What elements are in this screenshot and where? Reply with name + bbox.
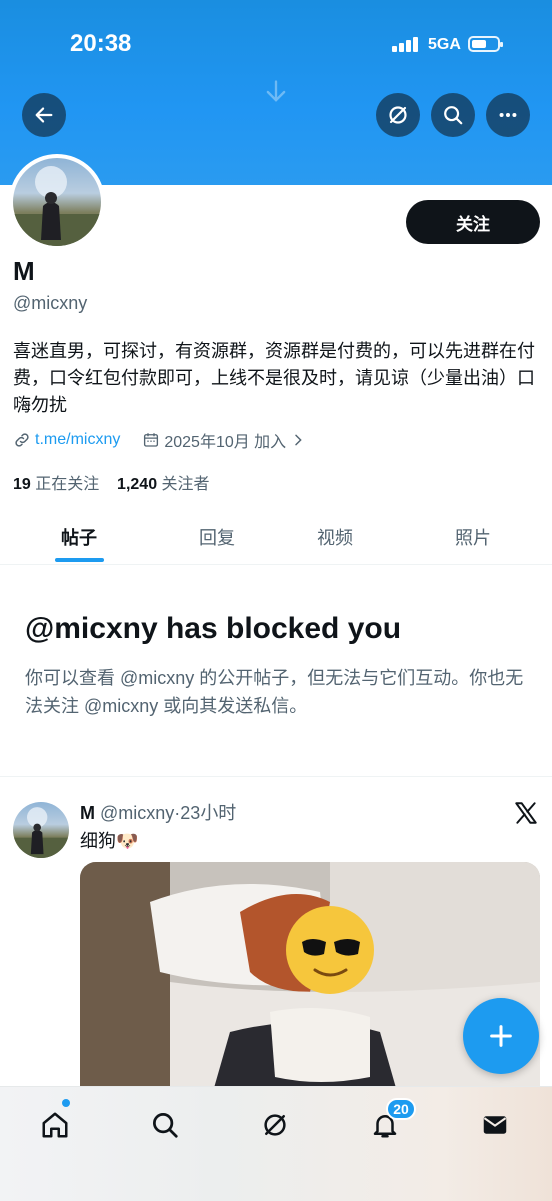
grok-icon bbox=[389, 106, 407, 124]
post-author-name[interactable]: M bbox=[80, 803, 95, 823]
post-text: 细狗🐶 bbox=[80, 831, 139, 851]
tab-posts[interactable]: 帖子 bbox=[30, 510, 128, 564]
nav-messages[interactable] bbox=[475, 1105, 515, 1145]
post-avatar[interactable] bbox=[13, 802, 69, 858]
home-unread-dot bbox=[62, 1099, 70, 1107]
search-icon bbox=[444, 106, 463, 125]
bottom-nav bbox=[0, 1086, 552, 1201]
profile-tabs: 帖子 回复 视频 照片 bbox=[0, 510, 552, 565]
nav-home[interactable] bbox=[35, 1105, 75, 1145]
post-author-handle[interactable]: @micxny bbox=[100, 803, 174, 823]
avatar-photo bbox=[13, 166, 101, 246]
back-button[interactable] bbox=[22, 93, 66, 137]
mail-icon bbox=[483, 1116, 507, 1134]
search-icon bbox=[153, 1113, 178, 1138]
grok-icon bbox=[264, 1114, 286, 1136]
section-divider bbox=[0, 776, 552, 777]
profile-meta: t.me/micxny 2025年10月 加入 bbox=[13, 428, 306, 452]
grok-button[interactable] bbox=[376, 93, 420, 137]
joined-date[interactable]: 2025年10月 加入 bbox=[164, 428, 286, 452]
tab-active-indicator bbox=[55, 558, 104, 562]
profile-handle: @micxny bbox=[13, 293, 88, 313]
signal-icon bbox=[392, 36, 422, 52]
plus-icon bbox=[490, 1025, 512, 1047]
pull-down-arrow-icon bbox=[266, 80, 286, 102]
x-logo-icon bbox=[515, 802, 537, 824]
profile-link[interactable]: t.me/micxny bbox=[35, 431, 120, 449]
battery-icon bbox=[468, 36, 503, 52]
status-bar: 20:38 5GA bbox=[0, 0, 552, 90]
network-label: 5GA bbox=[428, 36, 461, 53]
tab-videos[interactable]: 视频 bbox=[286, 510, 384, 564]
home-icon bbox=[42, 1112, 68, 1138]
more-button[interactable] bbox=[486, 93, 530, 137]
post-time: ·23小时 bbox=[174, 803, 237, 823]
more-icon bbox=[499, 112, 517, 118]
calendar-icon bbox=[144, 433, 159, 447]
post-avatar-photo bbox=[13, 807, 69, 858]
notification-badge: 20 bbox=[386, 1098, 416, 1120]
post-photo bbox=[80, 862, 540, 1102]
post-image[interactable] bbox=[80, 862, 540, 1102]
blocked-description: 你可以查看 @micxny 的公开帖子，但无法与它们互动。你也无法关注 @mic… bbox=[25, 668, 524, 716]
profile-banner: 20:38 5GA bbox=[0, 0, 552, 185]
chevron-right-icon bbox=[295, 434, 302, 446]
status-time: 20:38 bbox=[70, 30, 132, 57]
followers-stat[interactable]: 1,240 关注者 bbox=[117, 476, 210, 493]
nav-search[interactable] bbox=[145, 1105, 185, 1145]
compose-button[interactable] bbox=[463, 998, 539, 1074]
link-icon bbox=[15, 433, 29, 447]
search-button[interactable] bbox=[431, 93, 475, 137]
profile-bio: 喜迷直男，可探讨，有资源群，资源群是付费的，可以先进群在付费，口令红包付款即可，… bbox=[13, 341, 535, 415]
back-arrow-icon bbox=[35, 107, 53, 123]
nav-grok[interactable] bbox=[255, 1105, 295, 1145]
following-stat[interactable]: 19 正在关注 bbox=[13, 476, 99, 493]
post-header: M @micxny·23小时 bbox=[80, 799, 236, 825]
follow-stats: 19 正在关注 1,240 关注者 bbox=[13, 470, 210, 494]
blocked-title: @micxny has blocked you bbox=[25, 612, 402, 645]
follow-button[interactable]: 关注 bbox=[406, 200, 540, 244]
profile-name: M bbox=[13, 256, 35, 286]
tab-photos[interactable]: 照片 bbox=[424, 510, 522, 564]
tab-replies[interactable]: 回复 bbox=[168, 510, 266, 564]
avatar[interactable] bbox=[9, 154, 105, 250]
